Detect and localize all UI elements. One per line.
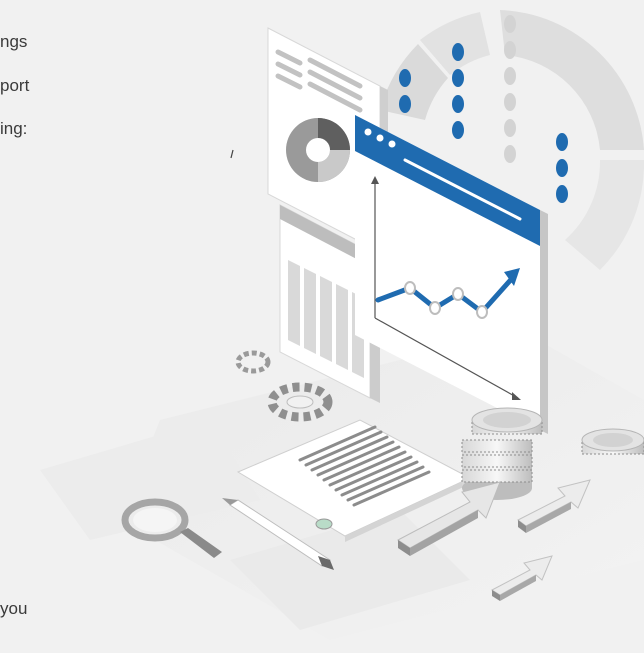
stray-mark: [230, 149, 234, 159]
analytics-illustration: [40, 10, 644, 640]
